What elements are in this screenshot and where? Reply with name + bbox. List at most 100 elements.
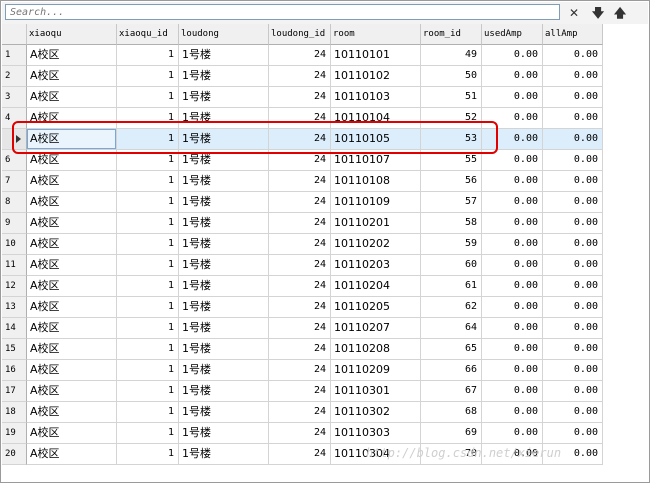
cell-loudong-id[interactable]: 24 (269, 318, 331, 339)
row-number[interactable]: 3 (2, 87, 27, 108)
cell-room[interactable]: 10110204 (331, 276, 421, 297)
cell-room[interactable]: 10110207 (331, 318, 421, 339)
cell-usedAmp[interactable]: 0.00 (482, 45, 543, 66)
cell-xiaoqu-id[interactable]: 1 (117, 87, 179, 108)
cell-xiaoqu[interactable]: A校区 (27, 45, 117, 66)
cell-loudong-id[interactable]: 24 (269, 360, 331, 381)
cell-xiaoqu-id[interactable]: 1 (117, 192, 179, 213)
cell-xiaoqu-id[interactable]: 1 (117, 423, 179, 444)
table-row[interactable]: 18 A校区 1 1号楼 24 10110302 68 0.00 0.00 (2, 402, 603, 423)
cell-room[interactable]: 10110203 (331, 255, 421, 276)
cell-room-id[interactable]: 60 (421, 255, 482, 276)
row-number[interactable]: 9 (2, 213, 27, 234)
cell-xiaoqu[interactable]: A校区 (27, 381, 117, 402)
cell-allAmp[interactable]: 0.00 (543, 87, 603, 108)
cell-allAmp[interactable]: 0.00 (543, 234, 603, 255)
cell-loudong-id[interactable]: 24 (269, 192, 331, 213)
cell-usedAmp[interactable]: 0.00 (482, 423, 543, 444)
cell-loudong-id[interactable]: 24 (269, 45, 331, 66)
cell-xiaoqu[interactable]: A校区 (27, 66, 117, 87)
cell-xiaoqu[interactable]: A校区 (27, 171, 117, 192)
column-header-loudong-id[interactable]: loudong_id (269, 24, 331, 45)
cell-usedAmp[interactable]: 0.00 (482, 339, 543, 360)
row-number[interactable]: 15 (2, 339, 27, 360)
table-row[interactable]: 15 A校区 1 1号楼 24 10110208 65 0.00 0.00 (2, 339, 603, 360)
cell-allAmp[interactable]: 0.00 (543, 150, 603, 171)
cell-loudong[interactable]: 1号楼 (179, 444, 269, 465)
cell-loudong[interactable]: 1号楼 (179, 402, 269, 423)
row-number[interactable]: 19 (2, 423, 27, 444)
cell-xiaoqu-id[interactable]: 1 (117, 297, 179, 318)
cell-loudong-id[interactable]: 24 (269, 444, 331, 465)
cell-loudong[interactable]: 1号楼 (179, 297, 269, 318)
cell-loudong[interactable]: 1号楼 (179, 339, 269, 360)
cell-xiaoqu[interactable]: A校区 (27, 423, 117, 444)
cell-xiaoqu-id[interactable]: 1 (117, 381, 179, 402)
cell-loudong[interactable]: 1号楼 (179, 234, 269, 255)
column-header-room[interactable]: room (331, 24, 421, 45)
cell-allAmp[interactable]: 0.00 (543, 318, 603, 339)
table-row[interactable]: 12 A校区 1 1号楼 24 10110204 61 0.00 0.00 (2, 276, 603, 297)
cell-allAmp[interactable]: 0.00 (543, 213, 603, 234)
cell-usedAmp[interactable]: 0.00 (482, 360, 543, 381)
cell-usedAmp[interactable]: 0.00 (482, 318, 543, 339)
cell-room-id[interactable]: 57 (421, 192, 482, 213)
table-row[interactable]: 14 A校区 1 1号楼 24 10110207 64 0.00 0.00 (2, 318, 603, 339)
cell-allAmp[interactable]: 0.00 (543, 129, 603, 150)
row-number[interactable]: 14 (2, 318, 27, 339)
search-input[interactable] (5, 4, 560, 20)
cell-xiaoqu[interactable]: A校区 (27, 192, 117, 213)
row-number[interactable]: 10 (2, 234, 27, 255)
cell-room-id[interactable]: 65 (421, 339, 482, 360)
cell-usedAmp[interactable]: 0.00 (482, 381, 543, 402)
cell-allAmp[interactable]: 0.00 (543, 297, 603, 318)
row-number[interactable]: 20 (2, 444, 27, 465)
cell-loudong[interactable]: 1号楼 (179, 423, 269, 444)
cell-room[interactable]: 10110302 (331, 402, 421, 423)
cell-xiaoqu-id[interactable]: 1 (117, 255, 179, 276)
row-number[interactable]: 2 (2, 66, 27, 87)
table-row[interactable]: 8 A校区 1 1号楼 24 10110109 57 0.00 0.00 (2, 192, 603, 213)
arrow-up-icon[interactable]: 🡅 (610, 4, 630, 22)
column-header-usedAmp[interactable]: usedAmp (482, 24, 543, 45)
cell-allAmp[interactable]: 0.00 (543, 339, 603, 360)
cell-usedAmp[interactable]: 0.00 (482, 276, 543, 297)
cell-loudong[interactable]: 1号楼 (179, 87, 269, 108)
cell-room[interactable]: 10110303 (331, 423, 421, 444)
column-header-room-id[interactable]: room_id (421, 24, 482, 45)
cell-room-id[interactable]: 69 (421, 423, 482, 444)
column-header-xiaoqu-id[interactable]: xiaoqu_id (117, 24, 179, 45)
table-row[interactable]: 17 A校区 1 1号楼 24 10110301 67 0.00 0.00 (2, 381, 603, 402)
cell-usedAmp[interactable]: 0.00 (482, 402, 543, 423)
row-number[interactable]: 11 (2, 255, 27, 276)
column-header-allAmp[interactable]: allAmp (543, 24, 603, 45)
table-row[interactable]: 10 A校区 1 1号楼 24 10110202 59 0.00 0.00 (2, 234, 603, 255)
cell-room-id[interactable]: 68 (421, 402, 482, 423)
cell-loudong-id[interactable]: 24 (269, 234, 331, 255)
cell-usedAmp[interactable]: 0.00 (482, 66, 543, 87)
cell-loudong-id[interactable]: 24 (269, 339, 331, 360)
cell-loudong[interactable]: 1号楼 (179, 192, 269, 213)
cell-loudong[interactable]: 1号楼 (179, 360, 269, 381)
cell-xiaoqu[interactable]: A校区 (27, 234, 117, 255)
cell-xiaoqu-id[interactable]: 1 (117, 276, 179, 297)
column-header-xiaoqu[interactable]: xiaoqu (27, 24, 117, 45)
cell-loudong-id[interactable]: 24 (269, 402, 331, 423)
cell-room[interactable]: 10110108 (331, 171, 421, 192)
cell-xiaoqu[interactable]: A校区 (27, 213, 117, 234)
cell-room[interactable]: 10110201 (331, 213, 421, 234)
cell-xiaoqu[interactable]: A校区 (27, 276, 117, 297)
cell-loudong-id[interactable]: 24 (269, 297, 331, 318)
cell-loudong[interactable]: 1号楼 (179, 318, 269, 339)
cell-loudong[interactable]: 1号楼 (179, 381, 269, 402)
cell-xiaoqu-id[interactable]: 1 (117, 171, 179, 192)
cell-room-id[interactable]: 64 (421, 318, 482, 339)
table-row[interactable]: 16 A校区 1 1号楼 24 10110209 66 0.00 0.00 (2, 360, 603, 381)
cell-allAmp[interactable]: 0.00 (543, 381, 603, 402)
cell-allAmp[interactable]: 0.00 (543, 66, 603, 87)
cell-loudong-id[interactable]: 24 (269, 213, 331, 234)
cell-loudong[interactable]: 1号楼 (179, 255, 269, 276)
cell-xiaoqu[interactable]: A校区 (27, 297, 117, 318)
cell-loudong-id[interactable]: 24 (269, 255, 331, 276)
cell-allAmp[interactable]: 0.00 (543, 171, 603, 192)
